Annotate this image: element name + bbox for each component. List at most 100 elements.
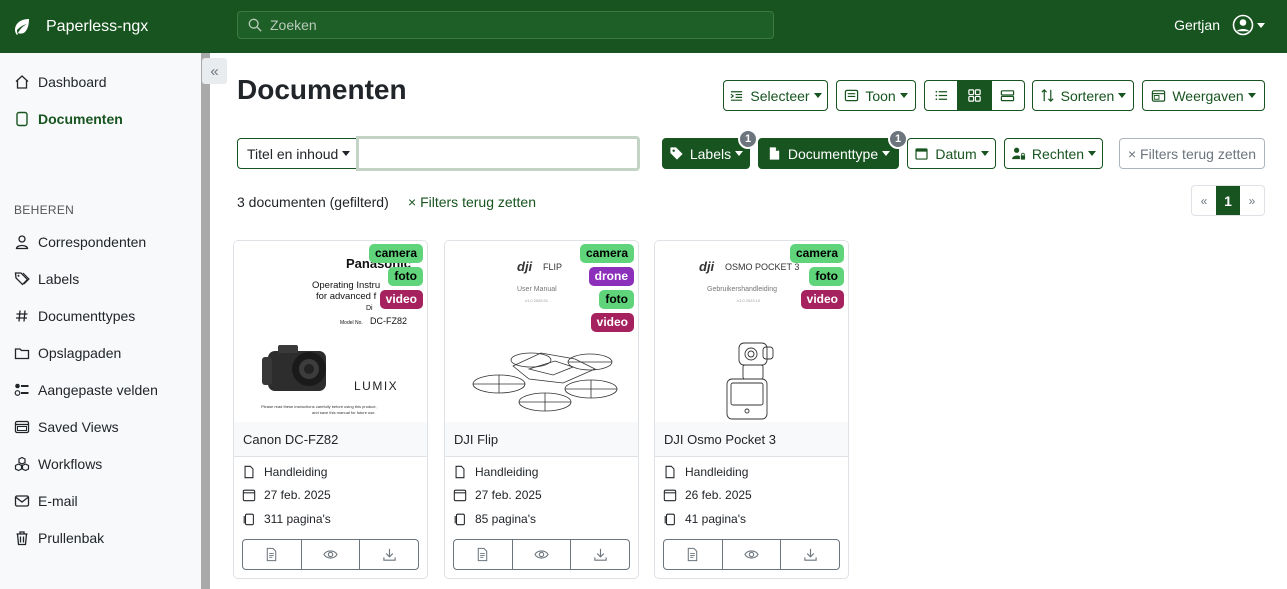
file-icon	[244, 465, 254, 479]
chevron-down-icon	[899, 93, 908, 98]
open-details-button[interactable]	[454, 540, 513, 569]
pagination-page[interactable]: 1	[1216, 186, 1240, 215]
tag-list: camera drone foto video	[579, 244, 634, 336]
documenttype-filter-label: Documenttype	[787, 145, 879, 162]
thumb-subtitle: Gebruikershandleiding	[707, 286, 777, 293]
search-icon	[248, 18, 262, 32]
download-icon	[382, 548, 396, 561]
sidebar-item-dashboard[interactable]: Dashboard	[14, 72, 107, 92]
tag-badge[interactable]: camera	[789, 244, 844, 263]
document-thumbnail[interactable]: Panasonic Operating Instru for advanced …	[234, 241, 427, 422]
sidebar-item-email[interactable]: E-mail	[14, 491, 78, 511]
files-icon	[243, 513, 254, 526]
document-pages-label: 85 pagina's	[475, 512, 537, 526]
pagination-next[interactable]: »	[1240, 186, 1264, 215]
tag-badge[interactable]: camera	[368, 244, 423, 263]
sidebar-item-label: Labels	[38, 271, 80, 287]
preview-button[interactable]	[723, 540, 782, 569]
document-card[interactable]: dji FLIP User Manual v1.0 2025.01 camera…	[444, 240, 639, 579]
chevron-down-icon	[1118, 93, 1127, 98]
user-menu[interactable]: Gertjan	[1174, 14, 1265, 36]
tag-badge[interactable]: video	[800, 290, 844, 309]
sidebar-item-label: Documenten	[38, 111, 123, 127]
permissions-filter-button[interactable]: Rechten	[1004, 138, 1103, 169]
sidebar-item-correspondents[interactable]: Correspondenten	[14, 232, 146, 252]
sidebar-item-label: Documenttypes	[38, 308, 136, 324]
labels-filter-button[interactable]: Labels	[662, 138, 750, 169]
tag-badge[interactable]: foto	[388, 267, 423, 286]
sidebar-item-saved-views[interactable]: Saved Views	[14, 417, 119, 437]
document-date-label: 27 feb. 2025	[264, 488, 331, 502]
sidebar-item-documents[interactable]: Documenten	[14, 109, 123, 129]
reset-filters-link[interactable]: × Filters terug zetten	[408, 194, 536, 210]
tag-badge[interactable]: drone	[588, 267, 634, 286]
global-search[interactable]	[237, 11, 774, 39]
house-icon	[14, 74, 30, 90]
tag-badge[interactable]: video	[590, 313, 634, 332]
files-icon	[454, 513, 465, 526]
preview-button[interactable]	[513, 540, 572, 569]
chevron-down-icon	[980, 151, 989, 156]
download-button[interactable]	[360, 540, 418, 569]
thumb-version: v1.0 2023.10	[737, 298, 761, 303]
sidebar-item-label: Prullenbak	[38, 530, 105, 546]
document-card[interactable]: Panasonic Operating Instru for advanced …	[233, 240, 428, 579]
tag-icon	[670, 147, 683, 160]
tags-icon	[14, 271, 30, 287]
tag-badge[interactable]: camera	[579, 244, 634, 263]
sidebar-item-label: Correspondenten	[38, 234, 147, 250]
document-type: Handleiding	[453, 465, 538, 479]
sidebar-item-label: Dashboard	[38, 74, 107, 90]
tag-badge[interactable]: foto	[809, 267, 844, 286]
sidebar-item-trash[interactable]: Prullenbak	[14, 528, 104, 548]
download-button[interactable]	[781, 540, 839, 569]
sidebar-item-workflows[interactable]: Workflows	[14, 454, 102, 474]
search-input[interactable]	[270, 17, 750, 33]
sidebar-item-labels[interactable]: Labels	[14, 269, 79, 289]
tag-badge[interactable]: foto	[599, 290, 634, 309]
sidebar-item-label: Saved Views	[38, 419, 119, 435]
date-filter-button[interactable]: Datum	[907, 138, 996, 169]
files-icon	[664, 513, 675, 526]
pagination-prev[interactable]: «	[1192, 186, 1216, 215]
reset-filters-button[interactable]: × Filters terug zetten	[1119, 138, 1265, 169]
collapse-sidebar-button[interactable]: «	[202, 58, 227, 84]
text-filter-input[interactable]	[356, 136, 640, 171]
sort-button[interactable]: Sorteren	[1032, 80, 1134, 111]
sidebar-item-custom-fields[interactable]: Aangepaste velden	[14, 380, 158, 400]
view-small-cards-button[interactable]	[958, 81, 992, 110]
documenttype-filter-button[interactable]: Documenttype	[758, 138, 899, 169]
select-button[interactable]: Selecteer	[723, 80, 828, 111]
open-details-button[interactable]	[664, 540, 723, 569]
labels-filter-count-badge: 1	[738, 129, 758, 149]
app-brand[interactable]: Paperless-ngx	[12, 17, 237, 37]
document-thumbnail[interactable]: dji FLIP User Manual v1.0 2025.01 camera…	[445, 241, 638, 422]
document-date: 26 feb. 2025	[663, 488, 752, 502]
preview-button[interactable]	[302, 540, 361, 569]
text-filter-mode-select[interactable]: Titel en inhoud	[237, 138, 358, 169]
sidebar-item-storage-paths[interactable]: Opslagpaden	[14, 343, 121, 363]
eye-icon	[534, 550, 549, 559]
open-details-button[interactable]	[243, 540, 302, 569]
view-details-button[interactable]	[925, 81, 959, 110]
eye-icon	[323, 550, 338, 559]
ui-radios-icon	[14, 382, 30, 398]
download-button[interactable]	[571, 540, 629, 569]
document-thumbnail[interactable]: dji OSMO POCKET 3 Gebruikershandleiding …	[655, 241, 848, 422]
view-large-cards-button[interactable]	[992, 81, 1024, 110]
document-pages-label: 41 pagina's	[685, 512, 747, 526]
tag-badge[interactable]: video	[379, 290, 423, 309]
sidebar-item-documenttypes[interactable]: Documenttypes	[14, 306, 135, 326]
date-filter-label: Datum	[935, 145, 977, 162]
sidebar-item-label: E-mail	[38, 493, 78, 509]
chevron-down-icon	[342, 151, 351, 156]
document-card[interactable]: dji OSMO POCKET 3 Gebruikershandleiding …	[654, 240, 849, 579]
show-button[interactable]: Toon	[836, 80, 916, 111]
thumb-subtitle: User Manual	[517, 286, 557, 293]
labels-filter-label: Labels	[689, 145, 732, 162]
sidebar-item-label: Opslagpaden	[38, 345, 122, 361]
person-icon	[14, 234, 30, 250]
boxes-icon	[14, 456, 30, 472]
chevron-down-icon	[813, 93, 822, 98]
views-button[interactable]: Weergaven	[1142, 80, 1265, 111]
